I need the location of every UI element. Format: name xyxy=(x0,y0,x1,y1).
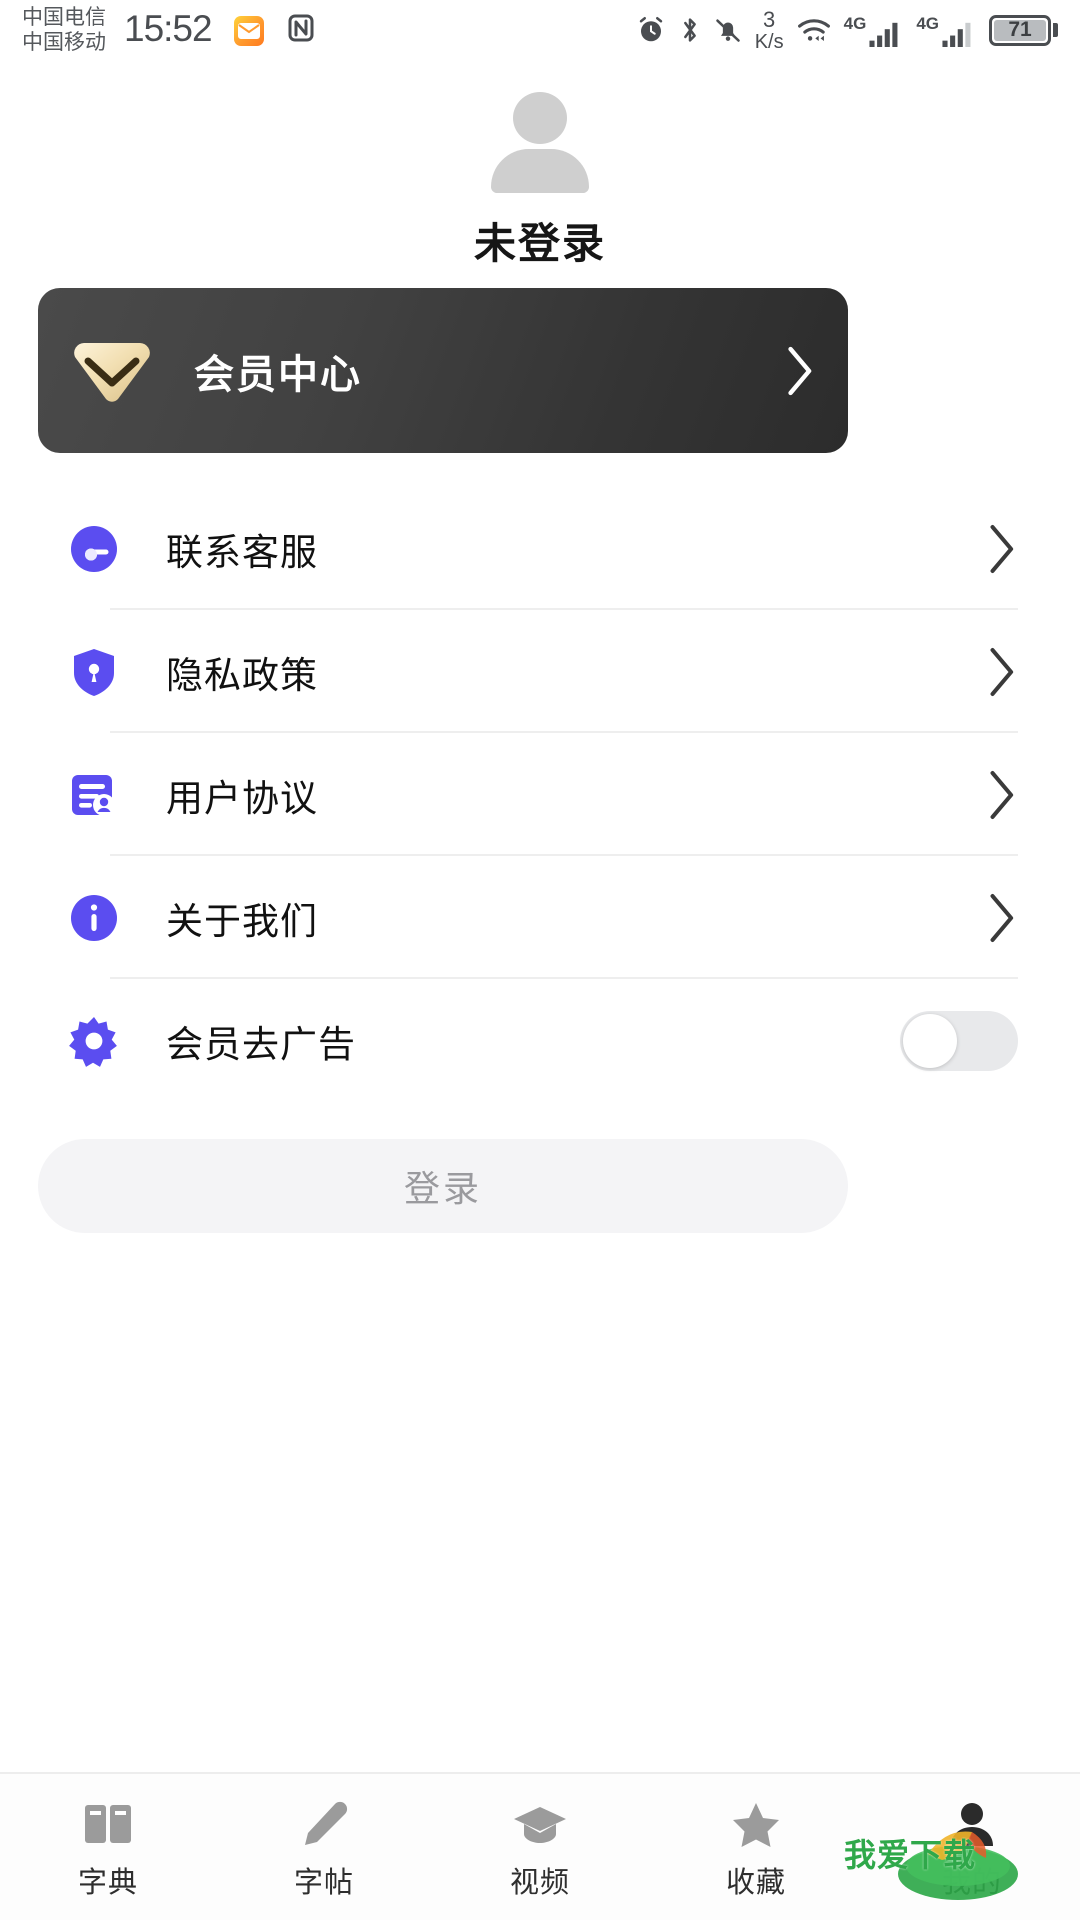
nav-tab-label: 字帖 xyxy=(293,1867,354,1899)
pen-icon xyxy=(297,1793,351,1849)
battery-indicator: 71 xyxy=(989,14,1058,46)
carrier-primary: 中国电信 xyxy=(22,6,106,29)
person-avatar-icon[interactable] xyxy=(491,92,589,193)
toggle-knob xyxy=(903,1013,957,1068)
signal-bars-1 xyxy=(869,22,898,47)
remove-ads-toggle[interactable] xyxy=(900,1010,1018,1071)
settings-menu-list: 联系客服 隐私政策 用户协议 关于我们 会员去广告 xyxy=(0,487,1080,1102)
signal-indicator-1: 4G xyxy=(844,14,904,47)
nav-tab-label: 字典 xyxy=(77,1867,138,1899)
info-circle-icon xyxy=(66,890,122,946)
app-screen: 中国电信 中国移动 15:52 3 K/s 4G 4G 71 未登录 会员中心 … xyxy=(0,0,1080,1920)
menu-item-user-agreement[interactable]: 用户协议 xyxy=(0,733,1080,856)
nav-tab-mine[interactable]: 我的 xyxy=(864,1774,1080,1920)
nav-tab-copybook[interactable]: 字帖 xyxy=(216,1774,432,1920)
carrier-secondary: 中国移动 xyxy=(22,31,106,54)
avatar-container[interactable] xyxy=(0,92,1080,193)
signal-bars-2 xyxy=(942,22,971,47)
network-speed-indicator: 3 K/s xyxy=(754,6,784,53)
nav-tab-label: 收藏 xyxy=(725,1867,786,1899)
diamond-gem-icon xyxy=(70,335,154,407)
menu-item-label: 用户协议 xyxy=(166,777,318,819)
graduation-cap-icon xyxy=(512,1793,568,1849)
person-icon xyxy=(945,1793,999,1849)
menu-item-remove-ads[interactable]: 会员去广告 xyxy=(0,979,1080,1102)
status-bar-left: 中国电信 中国移动 15:52 xyxy=(22,5,316,55)
nfc-icon xyxy=(286,13,316,49)
book-icon xyxy=(81,1793,135,1849)
login-button-label: 登录 xyxy=(403,1168,482,1209)
bluetooth-icon xyxy=(679,15,701,45)
headset-support-icon xyxy=(66,521,122,577)
menu-item-privacy-policy[interactable]: 隐私政策 xyxy=(0,610,1080,733)
status-bar: 中国电信 中国移动 15:52 3 K/s 4G 4G 71 xyxy=(0,0,1080,60)
network-speed-unit: K/s xyxy=(754,30,784,53)
menu-item-label: 隐私政策 xyxy=(166,654,318,696)
menu-item-label: 关于我们 xyxy=(166,900,318,942)
carrier-labels: 中国电信 中国移动 xyxy=(22,5,106,55)
battery-percent-label: 71 xyxy=(1008,18,1032,41)
membership-center-card[interactable]: 会员中心 xyxy=(38,288,848,453)
bottom-navigation-bar: 字典 字帖 视频 收藏 我的 xyxy=(0,1772,1080,1920)
nav-tab-label: 视频 xyxy=(509,1867,570,1899)
shield-lock-icon xyxy=(66,644,122,700)
signal-indicator-2: 4G xyxy=(916,14,976,47)
status-bar-right: 3 K/s 4G 4G 71 xyxy=(636,6,1058,53)
chevron-right-icon xyxy=(984,645,1018,699)
nav-tab-video[interactable]: 视频 xyxy=(432,1774,648,1920)
status-clock: 15:52 xyxy=(124,8,213,49)
chevron-right-icon xyxy=(984,522,1018,576)
chevron-right-icon xyxy=(984,891,1018,945)
bell-muted-icon xyxy=(714,16,742,44)
membership-center-label: 会员中心 xyxy=(194,352,362,397)
wifi-icon xyxy=(797,16,831,44)
menu-item-label: 会员去广告 xyxy=(166,1023,356,1065)
menu-item-label: 联系客服 xyxy=(166,531,318,573)
signal-1-network-label: 4G xyxy=(843,13,867,33)
menu-item-contact-support[interactable]: 联系客服 xyxy=(0,487,1080,610)
signal-2-network-label: 4G xyxy=(916,13,939,33)
chevron-right-icon xyxy=(782,344,816,398)
star-icon xyxy=(729,1793,783,1849)
nav-tab-label: 我的 xyxy=(941,1867,1002,1899)
menu-item-about-us[interactable]: 关于我们 xyxy=(0,856,1080,979)
mail-icon xyxy=(233,16,264,46)
page-title: 未登录 xyxy=(473,220,606,267)
login-button[interactable]: 登录 xyxy=(38,1139,848,1233)
alarm-icon xyxy=(636,15,666,45)
nav-tab-favorites[interactable]: 收藏 xyxy=(648,1774,864,1920)
document-signed-icon xyxy=(66,767,122,823)
network-speed-value: 3 xyxy=(763,6,776,32)
nav-tab-dictionary[interactable]: 字典 xyxy=(0,1774,216,1920)
gear-settings-icon xyxy=(66,1013,122,1069)
chevron-right-icon xyxy=(984,768,1018,822)
